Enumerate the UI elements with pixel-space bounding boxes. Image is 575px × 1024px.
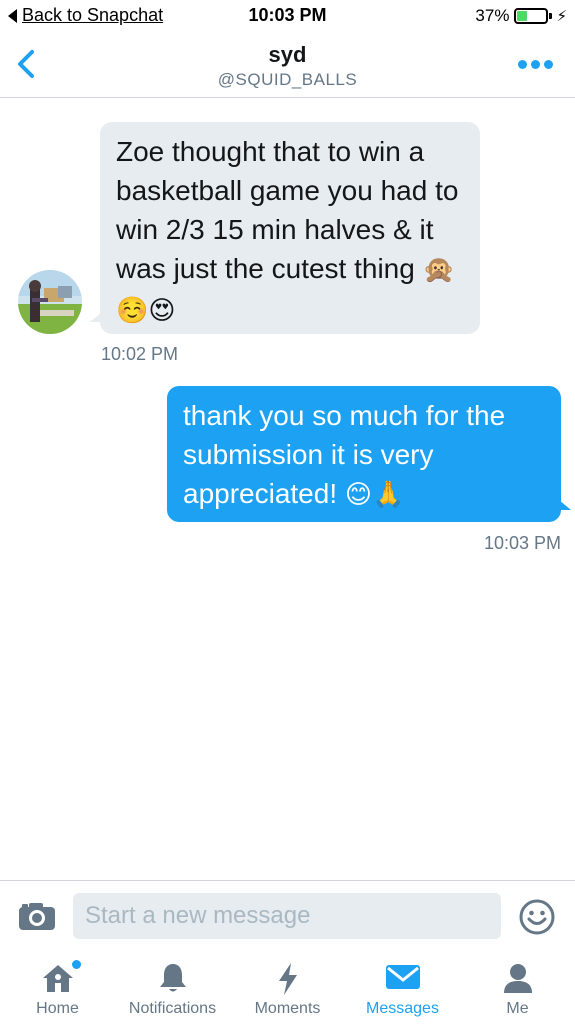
battery-nub (549, 13, 553, 19)
message-emojis: 😊🙏 (344, 480, 405, 510)
message-bubble-outgoing[interactable]: thank you so much for the submission it … (167, 386, 571, 522)
conversation-header: syd @SQUID_BALLS (0, 32, 575, 98)
bell-icon (159, 964, 186, 992)
camera-icon[interactable] (18, 901, 56, 931)
home-icon (42, 965, 73, 992)
tab-label: Moments (254, 1000, 321, 1017)
dot (544, 60, 553, 69)
more-dots-icon[interactable] (518, 60, 553, 69)
message-timestamp: 10:02 PM (101, 344, 179, 364)
status-bar: Back to Snapchat 10:03 PM 37% ⚡ (0, 0, 575, 32)
dot (531, 60, 540, 69)
tab-label: Notifications (128, 1000, 217, 1017)
contact-handle: @SQUID_BALLS (217, 70, 358, 89)
tab-label: Messages (366, 1000, 439, 1017)
smiley-icon[interactable] (519, 899, 555, 935)
lightning-icon (278, 963, 297, 995)
battery-status: 37% ⚡ (475, 6, 567, 26)
contact-name: syd (268, 42, 307, 67)
dm-conversation-screen: Back to Snapchat 10:03 PM 37% ⚡ syd @SQU… (0, 0, 575, 1024)
tab-me[interactable]: Me (460, 950, 575, 1024)
battery-level (517, 11, 527, 21)
battery-percent: 37% (475, 6, 510, 25)
battery-icon (514, 8, 549, 24)
contact-avatar[interactable] (18, 270, 82, 334)
home-notification-dot (71, 960, 81, 969)
tab-bar: Home Notifications Moments Messages Me (0, 950, 575, 1024)
tab-moments[interactable]: Moments (230, 950, 345, 1024)
message-text: Zoe thought that to win a basketball gam… (116, 136, 459, 284)
tab-home[interactable]: Home (0, 950, 115, 1024)
tab-notifications[interactable]: Notifications (115, 950, 230, 1024)
message-timestamp: 10:03 PM (483, 533, 561, 553)
message-bubble-incoming[interactable]: Zoe thought that to win a basketball gam… (90, 122, 480, 334)
person-icon (503, 964, 532, 993)
compose-bar (0, 880, 575, 950)
message-input[interactable] (73, 893, 501, 939)
dot (518, 60, 527, 69)
charging-bolt-icon: ⚡ (556, 8, 567, 25)
tab-label: Me (506, 1000, 529, 1017)
envelope-icon (385, 965, 420, 989)
tab-label: Home (36, 1000, 79, 1017)
tab-messages[interactable]: Messages (345, 950, 460, 1024)
